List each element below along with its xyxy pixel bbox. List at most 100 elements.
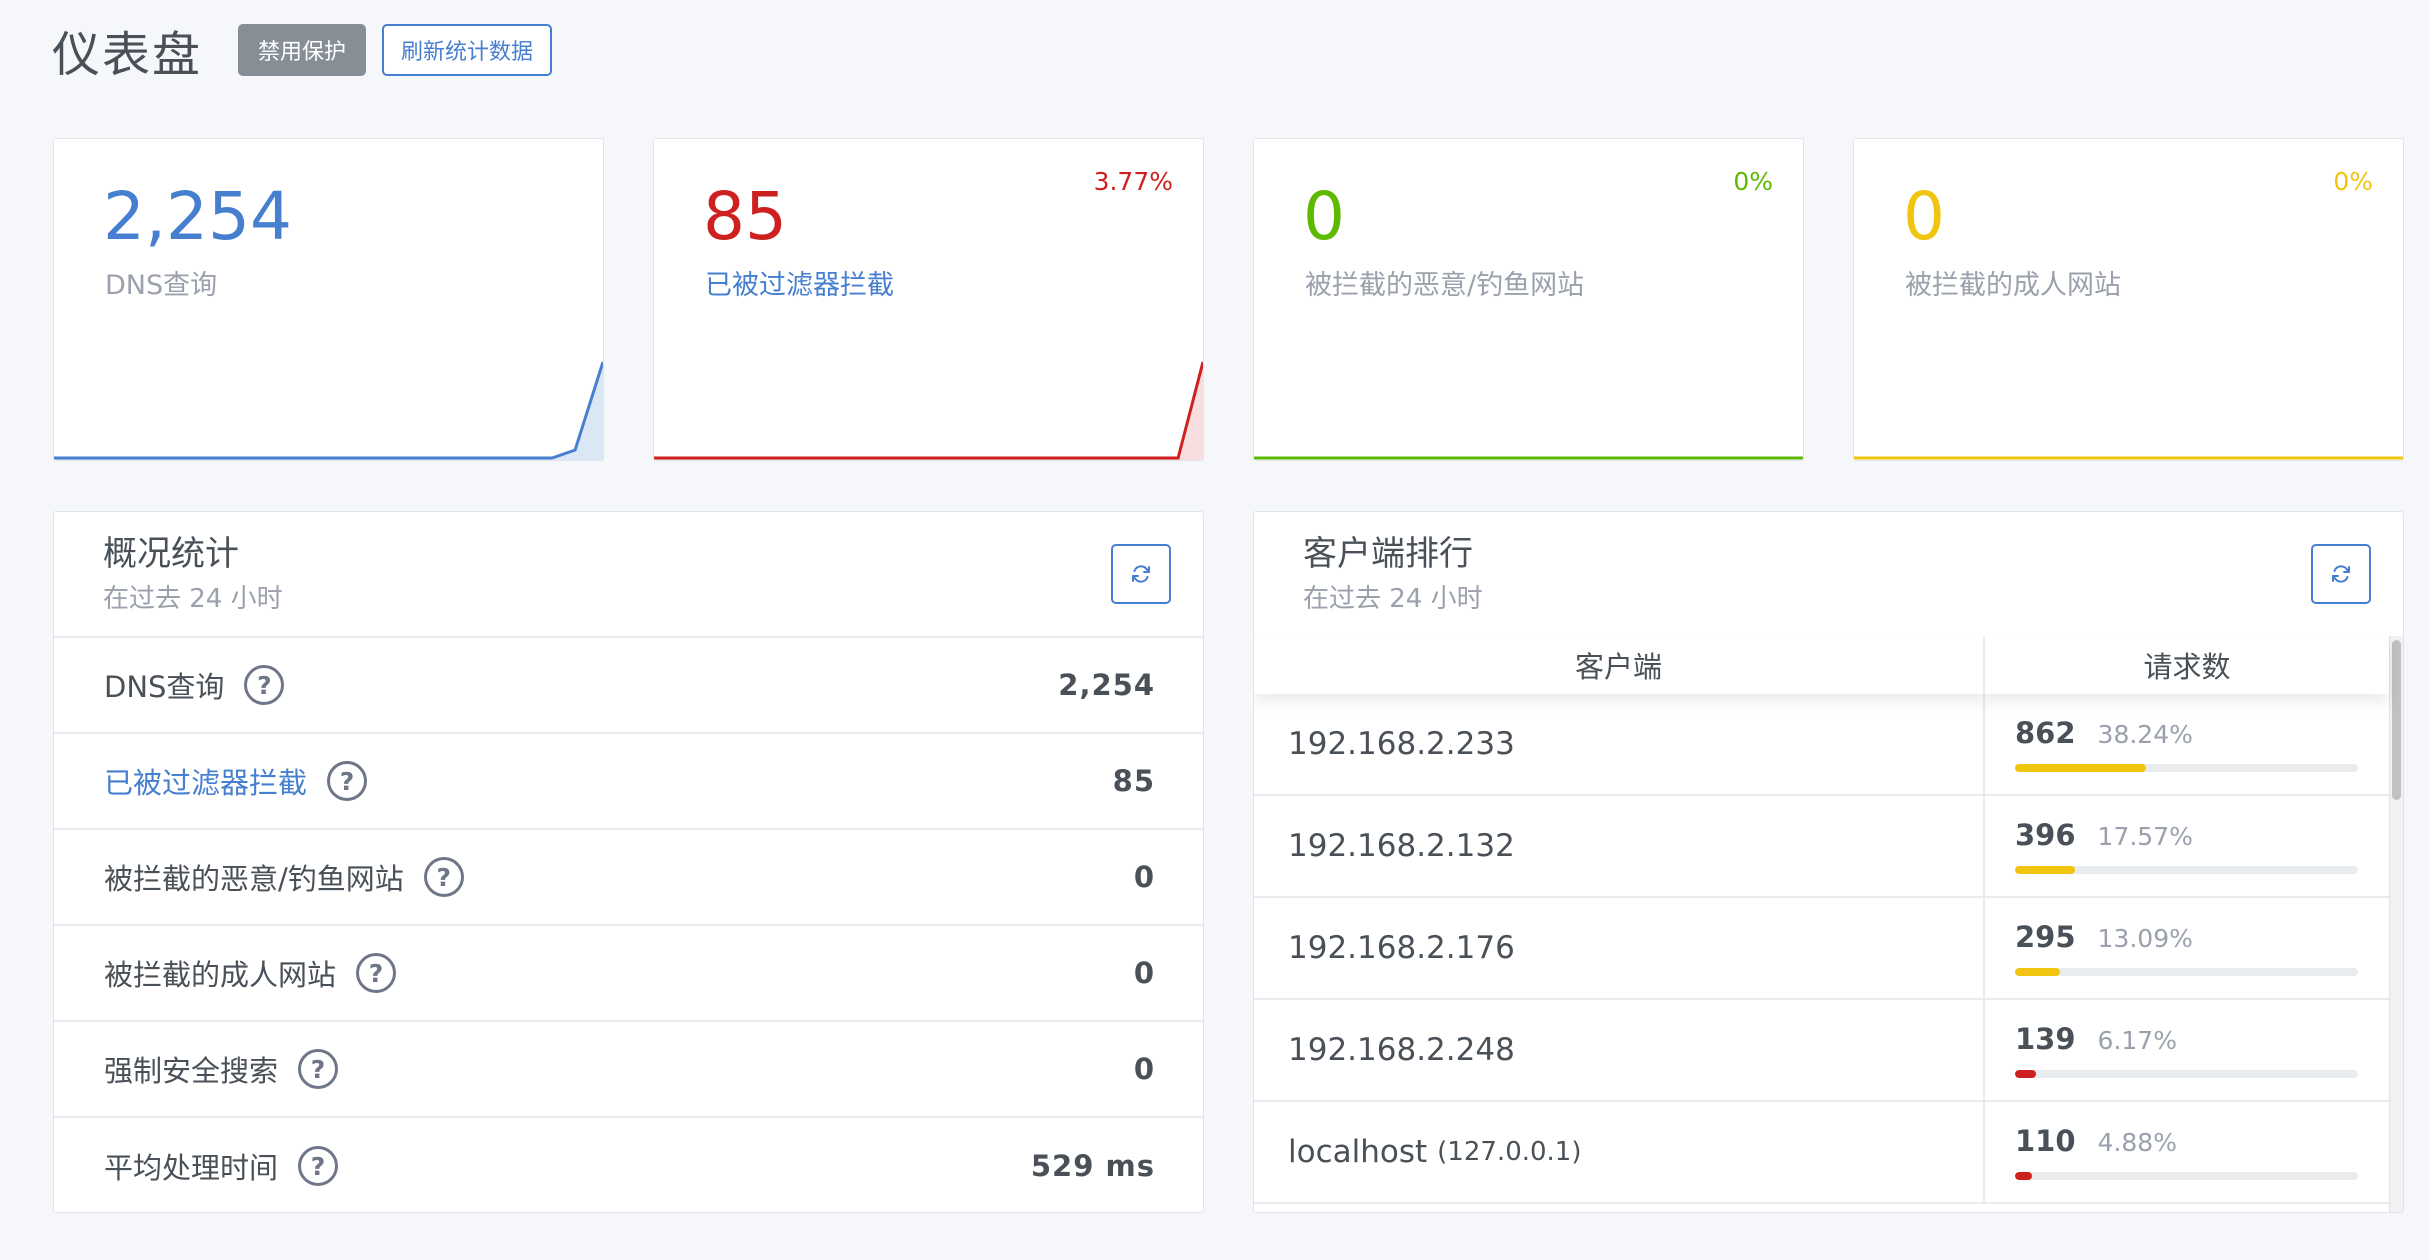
request-percent: 4.88% bbox=[2097, 1128, 2177, 1157]
table-row: 192.168.2.132 396 17.57% bbox=[1254, 796, 2389, 898]
stat-value: 85 bbox=[703, 178, 787, 255]
sparkline-line bbox=[654, 361, 1203, 460]
requests-cell: 396 17.57% bbox=[1985, 796, 2389, 896]
help-icon[interactable]: ? bbox=[356, 953, 397, 993]
request-progress-fill bbox=[2015, 866, 2076, 874]
client-name[interactable]: 192.168.2.233 bbox=[1288, 726, 1515, 762]
row-label: 被拦截的恶意/钓鱼网站 ? bbox=[104, 856, 464, 898]
client-name[interactable]: 192.168.2.132 bbox=[1288, 828, 1515, 864]
stat-value: 0 bbox=[1303, 178, 1345, 255]
refresh-icon bbox=[2332, 565, 2350, 583]
row-label-text: 强制安全搜索 bbox=[104, 1054, 279, 1088]
request-progress-fill bbox=[2015, 764, 2147, 772]
row-label-text: 平均处理时间 bbox=[104, 1151, 279, 1185]
requests-cell: 139 6.17% bbox=[1985, 1000, 2389, 1100]
row-label: 已被过滤器拦截 ? bbox=[104, 760, 368, 802]
row-label: DNS查询 ? bbox=[104, 664, 285, 706]
request-percent: 17.57% bbox=[2097, 822, 2193, 851]
help-icon[interactable]: ? bbox=[298, 1049, 339, 1089]
stats-row-dns-queries: DNS查询 ? 2,254 bbox=[54, 638, 1203, 734]
table-row: localhost (127.0.0.1) 110 4.88% bbox=[1254, 1102, 2389, 1204]
row-value: 0 bbox=[1133, 860, 1155, 894]
sparkline-area bbox=[654, 362, 1203, 460]
stats-row-blocked-filters: 已被过滤器拦截 ? 85 bbox=[54, 734, 1203, 830]
request-count: 139 bbox=[2015, 1022, 2076, 1056]
row-label: 被拦截的成人网站 ? bbox=[104, 952, 397, 994]
clients-scrollbar[interactable] bbox=[2389, 636, 2403, 1212]
stat-percent: 0% bbox=[1733, 167, 1773, 196]
sparkline-area bbox=[54, 362, 603, 460]
request-count: 862 bbox=[2015, 716, 2076, 750]
page-title: 仪表盘 bbox=[52, 27, 203, 83]
disable-protection-button[interactable]: 禁用保护 bbox=[238, 24, 367, 76]
clients-refresh-button[interactable] bbox=[2311, 544, 2371, 604]
table-row: 192.168.2.176 295 13.09% bbox=[1254, 898, 2389, 1000]
request-percent: 38.24% bbox=[2097, 720, 2193, 749]
clients-table-header: 客户端 请求数 bbox=[1254, 636, 2389, 694]
row-label-text: DNS查询 bbox=[104, 670, 225, 704]
help-icon[interactable]: ? bbox=[327, 761, 368, 801]
request-count: 295 bbox=[2015, 920, 2076, 954]
row-value: 0 bbox=[1133, 956, 1155, 990]
blocked-by-filters-card: 85 已被过滤器拦截 3.77% bbox=[653, 138, 1204, 461]
row-label-text: 被拦截的恶意/钓鱼网站 bbox=[104, 862, 404, 896]
client-cell: localhost (127.0.0.1) bbox=[1254, 1102, 1985, 1202]
requests-cell: 110 4.88% bbox=[1985, 1102, 2389, 1202]
panel-title: 概况统计 bbox=[103, 534, 239, 574]
stats-row-blocked-adult: 被拦截的成人网站 ? 0 bbox=[54, 926, 1203, 1022]
refresh-stats-button[interactable]: 刷新统计数据 bbox=[382, 24, 553, 76]
stat-percent: 0% bbox=[2333, 167, 2373, 196]
page-header: 仪表盘 禁用保护 刷新统计数据 bbox=[52, 20, 553, 83]
blocked-sparkline bbox=[654, 361, 1203, 460]
stat-label: DNS查询 bbox=[105, 270, 218, 301]
panel-subtitle: 在过去 24 小时 bbox=[103, 584, 283, 614]
request-progress-bar bbox=[2015, 968, 2358, 976]
stat-value: 0 bbox=[1903, 178, 1945, 255]
stats-refresh-button[interactable] bbox=[1111, 544, 1171, 604]
help-icon[interactable]: ? bbox=[244, 665, 285, 705]
stat-label: 被拦截的恶意/钓鱼网站 bbox=[1305, 270, 1585, 301]
requests-cell: 862 38.24% bbox=[1985, 694, 2389, 794]
blocked-adult-card: 0 被拦截的成人网站 0% bbox=[1853, 138, 2404, 461]
request-percent: 13.09% bbox=[2097, 924, 2193, 953]
stat-percent: 3.77% bbox=[1093, 167, 1173, 196]
row-value: 85 bbox=[1112, 764, 1155, 798]
stats-row-avg-processing-time: 平均处理时间 ? 529 ms bbox=[54, 1118, 1203, 1212]
request-progress-bar bbox=[2015, 1172, 2358, 1180]
blocked-malware-card: 0 被拦截的恶意/钓鱼网站 0% bbox=[1253, 138, 1804, 461]
column-header-client[interactable]: 客户端 bbox=[1254, 636, 1985, 694]
dns-queries-sparkline bbox=[54, 361, 603, 460]
panel-subtitle: 在过去 24 小时 bbox=[1303, 584, 1483, 614]
request-percent: 6.17% bbox=[2097, 1026, 2177, 1055]
request-progress-bar bbox=[2015, 1070, 2358, 1078]
help-icon[interactable]: ? bbox=[298, 1146, 339, 1186]
client-name[interactable]: 192.168.2.176 bbox=[1288, 930, 1515, 966]
help-icon[interactable]: ? bbox=[423, 857, 464, 897]
blocked-filters-link[interactable]: 已被过滤器拦截 bbox=[104, 760, 307, 802]
adult-sparkline bbox=[1854, 456, 2403, 460]
requests-cell: 295 13.09% bbox=[1985, 898, 2389, 998]
client-cell: 192.168.2.132 bbox=[1254, 796, 1985, 896]
request-count: 110 bbox=[2015, 1124, 2076, 1158]
scrollbar-thumb[interactable] bbox=[2392, 640, 2401, 800]
stat-label[interactable]: 已被过滤器拦截 bbox=[705, 263, 894, 302]
sparkline-line bbox=[54, 361, 603, 460]
client-cell: 192.168.2.176 bbox=[1254, 898, 1985, 998]
clients-table-body: 192.168.2.233 862 38.24% 192.168.2.132 3… bbox=[1254, 694, 2389, 1212]
client-cell: 192.168.2.233 bbox=[1254, 694, 1985, 794]
top-clients-panel: 客户端排行 在过去 24 小时 客户端 请求数 192.168.2.233 86… bbox=[1253, 511, 2404, 1213]
column-header-requests[interactable]: 请求数 bbox=[1985, 636, 2389, 694]
row-value: 529 ms bbox=[1030, 1149, 1155, 1183]
stat-value: 2,254 bbox=[103, 178, 292, 255]
client-name[interactable]: 192.168.2.248 bbox=[1288, 1032, 1515, 1068]
row-label-text: 被拦截的成人网站 bbox=[104, 958, 337, 992]
row-value: 0 bbox=[1133, 1052, 1155, 1086]
dashboard-page: 仪表盘 禁用保护 刷新统计数据 2,254 DNS查询 85 已被过滤器拦截 3… bbox=[0, 0, 2430, 1260]
table-row: 192.168.2.233 862 38.24% bbox=[1254, 694, 2389, 796]
request-progress-fill bbox=[2015, 1172, 2032, 1180]
client-name[interactable]: localhost bbox=[1288, 1134, 1427, 1170]
panel-title: 客户端排行 bbox=[1303, 534, 1473, 574]
stats-row-blocked-malware: 被拦截的恶意/钓鱼网站 ? 0 bbox=[54, 830, 1203, 926]
request-progress-fill bbox=[2015, 1070, 2037, 1078]
row-label: 平均处理时间 ? bbox=[104, 1145, 339, 1187]
